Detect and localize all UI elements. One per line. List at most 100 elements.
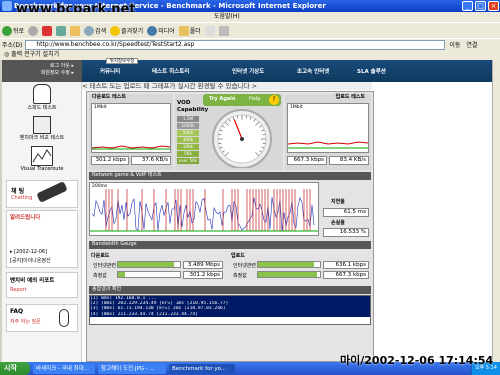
trace-header: 종합결과 확인: [89, 286, 371, 294]
bw-ul-row1-value: 636.1 kbps: [323, 261, 369, 269]
favorites-bar: ◎ 출력 전구기 설치기: [0, 50, 500, 60]
notice-item-link[interactable]: [공지]이이나온정선: [10, 257, 51, 264]
refresh-button[interactable]: [56, 25, 67, 36]
vertical-scrollbar[interactable]: [492, 60, 500, 362]
question-icon[interactable]: ?: [269, 95, 279, 105]
print-icon: [218, 25, 229, 36]
vod-level: over 56k: [177, 158, 199, 164]
bw-dl-row2-value: 301.2 kbps: [183, 271, 223, 279]
ie-logo-icon: [2, 1, 12, 11]
latency-label: 지연율: [331, 199, 345, 205]
sidebar-account: 로그 아웃 ▸ 회원정보 수정 ▸: [2, 60, 82, 82]
media-icon: [147, 25, 158, 36]
vod-title: VOD Capability: [177, 100, 209, 113]
favorites-item[interactable]: ◎ 출력 전구기 설치기: [4, 51, 59, 58]
try-again-button[interactable]: Try Again: [209, 96, 235, 102]
forward-arrow-icon: [28, 25, 39, 36]
close-button[interactable]: ×: [488, 1, 499, 11]
mail-button[interactable]: [204, 25, 215, 36]
address-input[interactable]: [25, 39, 446, 50]
loss-value: 16.533 %: [323, 228, 369, 237]
download-test: 다운로드 테스트 1Mbit 301.2 kbps 37.6 KB/s: [89, 94, 173, 170]
menu-bar: 도움말(H): [0, 12, 500, 22]
gauge-dial: [212, 109, 272, 168]
network-graph: 200ms: [89, 182, 319, 236]
back-arrow-icon: [2, 25, 12, 36]
address-bar: 주소(D) 이동 연결: [0, 38, 500, 50]
bw-dl-row2-label: 측정값: [93, 273, 107, 279]
upload-graph-plot: [288, 141, 368, 149]
sidebar: 로그 아웃 ▸ 회원정보 수정 ▸ 스피드 테스트 벤치마크 비교 테스트 Vi…: [2, 60, 82, 362]
start-button[interactable]: 시작: [0, 362, 30, 375]
print-button[interactable]: [218, 25, 229, 36]
trace-line: [4] (0ms) 211.233.44.74 [211.233.44.74]: [90, 311, 370, 317]
folder-button[interactable]: 폴더: [178, 25, 201, 36]
back-button[interactable]: 뒤로: [2, 25, 24, 36]
tab-test-history[interactable]: 테스트 히스토리: [152, 67, 189, 75]
tab-high-speed[interactable]: 초고속 인터넷: [297, 67, 329, 75]
network-graph-plot: [90, 189, 318, 232]
vod-level: 100k: [177, 144, 199, 150]
bw-ul-row1-bar: [257, 261, 321, 268]
upload-header: 업로드 테스트: [335, 94, 365, 100]
task-item[interactable]: 바세미크 - 국내 최대...: [33, 363, 95, 374]
vod-levels: 1.5M 1000k 500k 300k 100k 56k over 56k: [177, 116, 199, 165]
vod-gauge: VOD Capability 1.5M 1000k 500k 300k 100k 56k o…: [175, 94, 283, 170]
bw-download-label: 다운로드: [91, 253, 110, 259]
task-item-active[interactable]: Benchmark for yo...: [169, 363, 235, 374]
upload-kbs: 83.4 KB/s: [329, 156, 369, 165]
mail-icon: [204, 25, 215, 36]
menu-help[interactable]: 도움말(H): [214, 13, 240, 20]
bw-dl-row1-value: 3.489 Mbps: [183, 261, 223, 269]
logout-link[interactable]: 로그 아웃 ▸: [2, 63, 74, 70]
network-header: Network game & VoIP 테스트: [89, 172, 371, 180]
bw-ul-row1-label: 인터넷관련: [233, 263, 257, 269]
sidebar-item-speed-test[interactable]: 스피드 테스트: [2, 84, 82, 111]
upload-graph: 1Mbit: [287, 103, 369, 153]
help-button[interactable]: Help: [249, 96, 260, 102]
stop-button[interactable]: [42, 25, 53, 36]
home-button[interactable]: [70, 25, 81, 36]
task-item[interactable]: 참고해이 도전.JPG - ...: [98, 363, 166, 374]
bw-dl-row2-bar: [117, 271, 181, 278]
home-icon: [70, 25, 81, 36]
bw-ul-row2-value: 667.3 kbps: [323, 271, 369, 279]
maximize-button[interactable]: □: [475, 1, 486, 11]
faq-person-icon: [59, 309, 69, 327]
tab-sla[interactable]: SLA 솔루션: [357, 67, 386, 75]
top-nav: 위치정보수정 커뮤니티 테스트 히스토리 인터넷 기상도 초고속 인터넷 SLA…: [82, 58, 492, 82]
sidebar-item-benchmark[interactable]: 벤치마크 비교 테스트: [2, 116, 82, 141]
bw-ul-row2-label: 측정값: [233, 273, 247, 279]
bw-ul-row2-bar: [257, 271, 321, 278]
vod-level: 300k: [177, 137, 199, 143]
chatting-banner[interactable]: 채 팅 Chatting: [6, 180, 78, 208]
download-kbs: 37.6 KB/s: [131, 156, 171, 165]
media-button[interactable]: 미디어: [147, 25, 175, 36]
date-stamp: 마이/2002-12-06 17:14:54: [340, 354, 494, 367]
download-graph: 1Mbit: [91, 103, 171, 153]
vod-level: 1.5M: [177, 116, 199, 122]
graph-icon: [31, 146, 53, 166]
minimize-button[interactable]: _: [462, 1, 473, 11]
favorites-button[interactable]: 즐겨찾기: [110, 25, 143, 36]
faq-banner[interactable]: FAQ 자주 하는 질문: [6, 304, 78, 332]
latency-value: 61.5 ms: [323, 208, 369, 217]
links-button[interactable]: 연결: [466, 40, 477, 49]
sidebar-item-traceroute[interactable]: Visual Traceroute: [2, 146, 82, 172]
go-button[interactable]: 이동: [449, 40, 460, 49]
download-kbps: 301.2 kbps: [91, 156, 129, 165]
star-icon: [110, 25, 121, 36]
forward-button[interactable]: [28, 25, 39, 36]
loss-label: 손실율: [331, 220, 345, 226]
tab-community[interactable]: 커뮤니티: [100, 67, 120, 75]
refresh-icon: [56, 25, 67, 36]
hand-cursor-icon: [33, 84, 51, 104]
location-edit-button[interactable]: 위치정보수정: [106, 58, 138, 64]
report-banner[interactable]: 벤치비 예의 리포트 Report: [6, 272, 78, 298]
tab-internet-weather[interactable]: 인터넷 기상도: [232, 67, 264, 75]
vod-level: 1000k: [177, 123, 199, 129]
bandwidth-header: Bandwidth Gauge: [89, 241, 371, 249]
search-button[interactable]: 검색: [84, 25, 106, 36]
edit-profile-link[interactable]: 회원정보 수정 ▸: [2, 70, 74, 77]
benchmark-panel: 다운로드 테스트 1Mbit 301.2 kbps 37.6 KB/s VOD …: [86, 91, 374, 362]
